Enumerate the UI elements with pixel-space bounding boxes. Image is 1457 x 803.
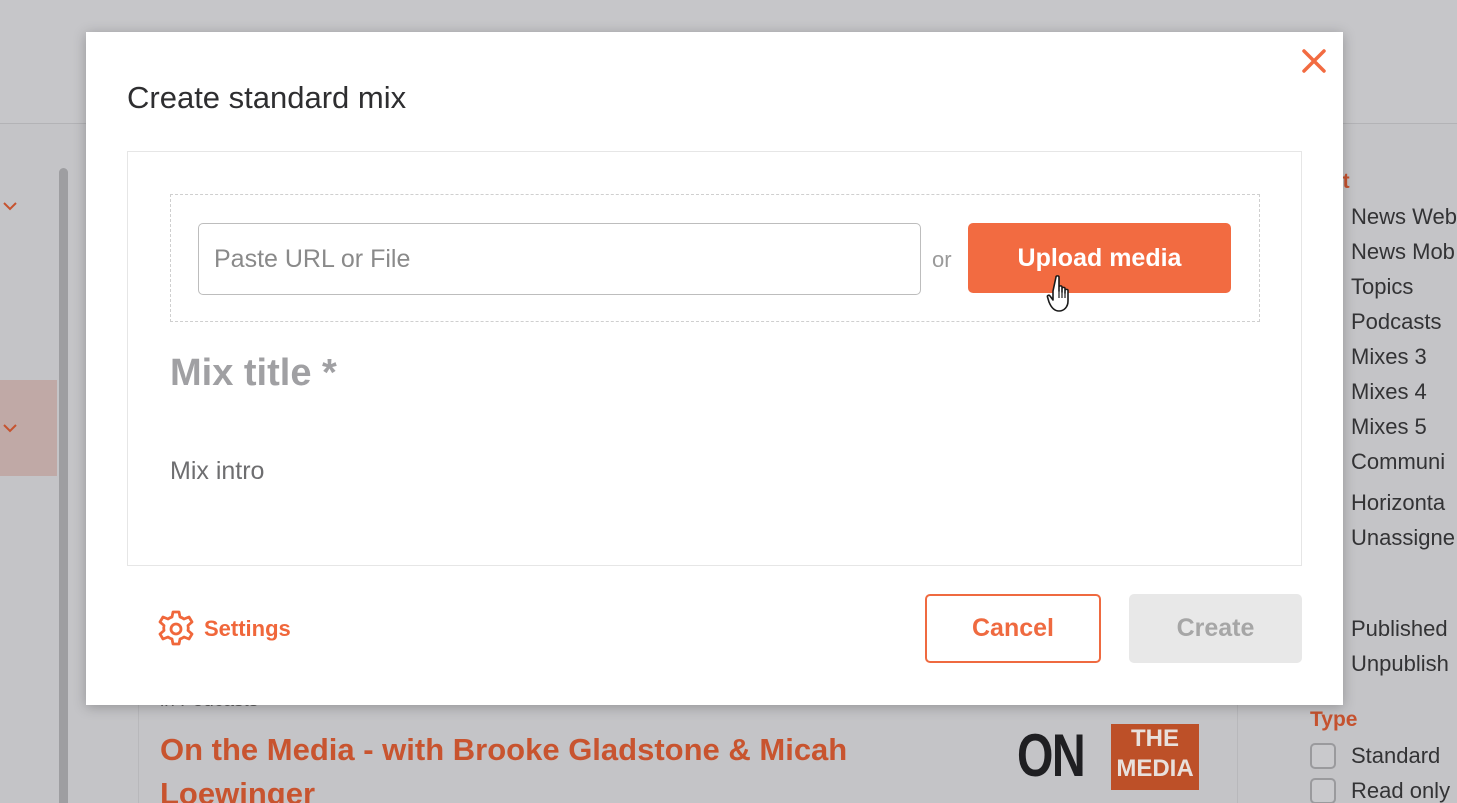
- type-standard-checkbox[interactable]: [1310, 743, 1336, 769]
- filter-output-news-mobile[interactable]: News Mob: [1351, 239, 1455, 265]
- filter-output-mixes-3[interactable]: Mixes 3: [1351, 344, 1427, 370]
- filter-output-mixes-5[interactable]: Mixes 5: [1351, 414, 1427, 440]
- mix-title-field[interactable]: Mix title *: [170, 352, 337, 395]
- type-read-only-label[interactable]: Read only: [1351, 778, 1450, 803]
- settings-button[interactable]: Settings: [156, 609, 291, 649]
- chevron-down-icon[interactable]: [0, 418, 20, 438]
- card-title[interactable]: On the Media - with Brooke Gladstone & M…: [160, 728, 920, 803]
- create-mix-dialog: Create standard mix or Upload media Mix …: [86, 32, 1343, 705]
- type-standard-label[interactable]: Standard: [1351, 743, 1440, 769]
- filter-status-published[interactable]: Published: [1351, 616, 1448, 642]
- mix-form: or Upload media Mix title * Mix intro: [127, 151, 1302, 566]
- settings-label: Settings: [204, 616, 291, 641]
- filter-output-unassigned[interactable]: Unassigne: [1351, 525, 1455, 551]
- podcast-logo: ON THE MEDIA: [1017, 714, 1217, 803]
- filter-status-unpublished[interactable]: Unpublish: [1351, 651, 1449, 677]
- filter-output-community[interactable]: Communi: [1351, 449, 1445, 475]
- url-input[interactable]: [198, 223, 921, 295]
- scrollbar[interactable]: [59, 168, 68, 803]
- filter-output-horizontal[interactable]: Horizonta: [1351, 490, 1445, 516]
- or-separator: or: [932, 247, 952, 272]
- cancel-button[interactable]: Cancel: [925, 594, 1101, 663]
- filter-output-mixes-4[interactable]: Mixes 4: [1351, 379, 1427, 405]
- dialog-title: Create standard mix: [127, 80, 407, 115]
- mix-intro-field[interactable]: Mix intro: [170, 457, 264, 486]
- logo-on-text: ON: [1017, 722, 1086, 789]
- hand-pointer-cursor-icon: [1046, 275, 1069, 312]
- filter-output-news-web[interactable]: News Web: [1351, 204, 1457, 230]
- media-drop-zone[interactable]: or Upload media: [170, 194, 1260, 322]
- filter-output-topics[interactable]: Topics: [1351, 274, 1413, 300]
- logo-the-text: THE: [1131, 725, 1179, 752]
- type-heading: Type: [1310, 708, 1358, 731]
- filter-output-podcasts[interactable]: Podcasts: [1351, 309, 1442, 335]
- upload-media-button[interactable]: Upload media: [968, 223, 1231, 293]
- logo-media-text: MEDIA: [1116, 755, 1194, 782]
- chevron-down-icon[interactable]: [0, 196, 20, 216]
- create-button[interactable]: Create: [1129, 594, 1302, 663]
- gear-icon: [158, 610, 194, 646]
- logo-the-media: THE MEDIA: [1111, 724, 1199, 790]
- close-icon[interactable]: [1299, 46, 1329, 76]
- type-read-only-checkbox[interactable]: [1310, 778, 1336, 803]
